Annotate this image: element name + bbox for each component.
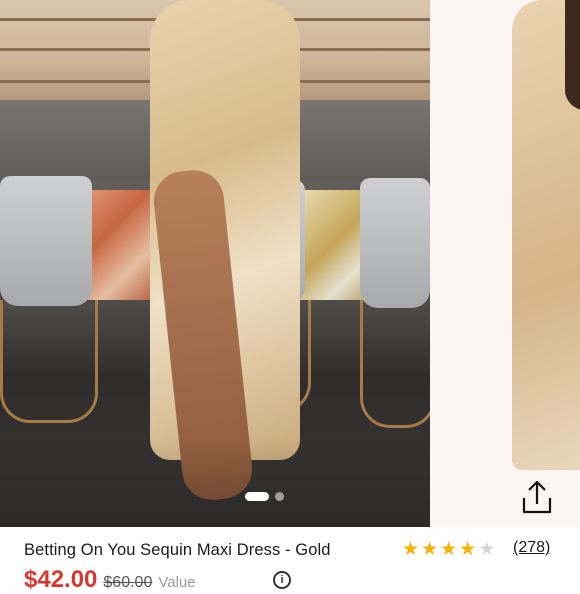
carousel-dot-active[interactable]	[245, 492, 269, 501]
value-label: Value	[158, 574, 196, 591]
price-row: $42.00 $60.00 Value	[24, 566, 196, 593]
star-icon: ★	[402, 539, 420, 560]
star-icon: ★	[421, 539, 439, 560]
original-price: $60.00	[103, 574, 153, 591]
rating-stars[interactable]: ★ ★ ★ ★ ★	[402, 540, 495, 559]
bar-chair	[360, 178, 430, 308]
product-image-main[interactable]	[0, 0, 430, 527]
info-icon[interactable]: i	[273, 571, 291, 589]
sale-price: $42.00	[24, 566, 98, 593]
carousel-dots	[245, 492, 284, 501]
reviews-count-link[interactable]: (278)	[513, 539, 550, 557]
star-icon: ★	[440, 539, 458, 560]
bar-chair	[0, 176, 92, 306]
product-title: Betting On You Sequin Maxi Dress - Gold	[24, 541, 331, 559]
star-icon: ★	[478, 539, 496, 560]
share-icon	[522, 480, 552, 514]
carousel-dot[interactable]	[275, 492, 284, 501]
product-image-next[interactable]	[430, 0, 580, 527]
star-icon: ★	[459, 539, 477, 560]
product-image-carousel[interactable]	[0, 0, 580, 527]
share-button[interactable]	[518, 478, 556, 518]
